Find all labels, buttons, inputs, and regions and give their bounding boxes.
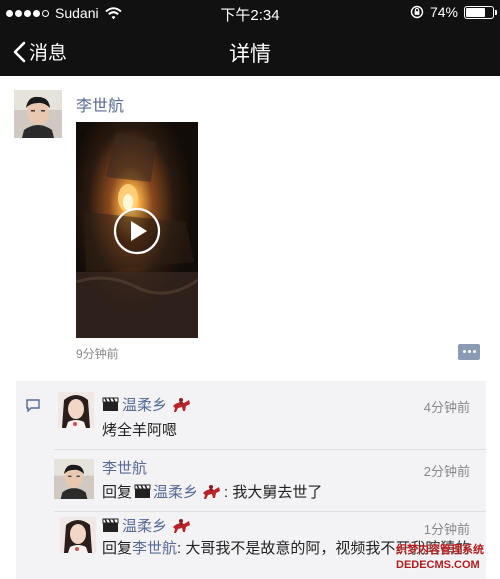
play-icon[interactable] [112, 206, 162, 256]
comment-action-icon[interactable] [458, 344, 480, 360]
battery-icon [464, 5, 497, 19]
orientation-lock-icon [410, 5, 424, 19]
comment-author-name[interactable]: 温柔乡 [122, 394, 167, 415]
comment-divider [54, 449, 486, 450]
clapperboard-emoji-icon [134, 484, 151, 498]
video-thumbnail[interactable] [76, 122, 198, 338]
clapperboard-emoji-icon [102, 397, 119, 411]
reply-to-name[interactable]: 温柔乡 [153, 481, 198, 502]
comment-author-name[interactable]: 李世航 [102, 457, 147, 478]
comment-text: 烤全羊阿嗯 [102, 422, 178, 439]
comment-timestamp: 1分钟前 [423, 522, 470, 537]
watermark-line: DEDECMS.COM [396, 559, 480, 571]
battery-percent: 74% [429, 4, 458, 20]
watermark-line: 织梦内容管理系统 [396, 544, 484, 556]
post-timestamp: 9分钟前 [76, 347, 119, 361]
site-watermark: 织梦内容管理系统 DEDECMS.COM [396, 543, 500, 573]
reply-body: : 我大舅去世了 [224, 484, 323, 501]
horse-rider-emoji-icon [173, 518, 191, 533]
post-author-name[interactable]: 李世航 [76, 92, 124, 116]
comment-avatar[interactable] [54, 459, 94, 499]
comment-author[interactable]: 温柔乡 [102, 394, 192, 415]
comment-divider [54, 511, 486, 512]
comment-text: 回复 温柔乡 : 我大舅去世了 [102, 481, 322, 502]
comment-timestamp: 2分钟前 [423, 464, 470, 479]
comment-timestamp: 4分钟前 [423, 400, 470, 415]
reply-prefix: 回复 [102, 484, 133, 501]
comment-avatar[interactable] [58, 392, 94, 428]
comment-bubble-icon [26, 399, 40, 412]
comment-avatar[interactable] [60, 517, 96, 553]
horse-rider-emoji-icon [203, 484, 221, 499]
comment-author[interactable]: 温柔乡 [102, 515, 192, 536]
clapperboard-emoji-icon [102, 518, 119, 532]
status-bar: Sudani 下午2:34 74% [0, 0, 500, 26]
reply-prefix: 回复 [102, 540, 133, 557]
post-author-avatar[interactable] [14, 90, 62, 138]
comment-author-name[interactable]: 温柔乡 [122, 515, 167, 536]
comment-author[interactable]: 李世航 [102, 457, 147, 478]
horse-rider-emoji-icon [173, 397, 191, 412]
reply-to-name[interactable]: 李世航 [132, 540, 177, 557]
battery-area: 74% [410, 4, 497, 20]
navigation-bar: 消息 详情 [0, 26, 500, 76]
page-title: 详情 [229, 43, 271, 66]
